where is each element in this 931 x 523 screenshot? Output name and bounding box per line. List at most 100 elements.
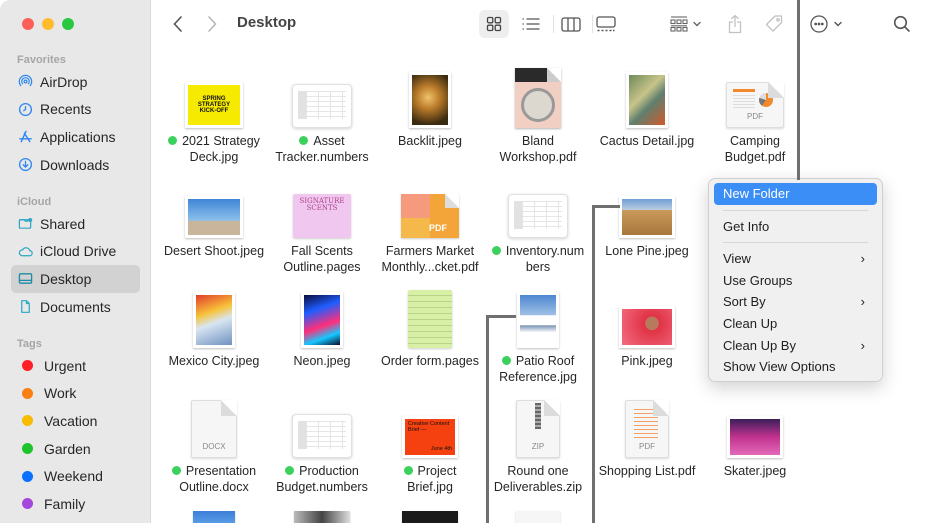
tag-dot <box>285 466 295 475</box>
file-thumbnail <box>508 194 568 238</box>
sidebar-item-airdrop[interactable]: AirDrop <box>11 68 140 96</box>
sidebar-item-downloads[interactable]: Downloads <box>11 151 140 179</box>
file-name-line2: Deliverables.zip <box>493 480 583 494</box>
sidebar-item-label: Weekend <box>44 468 103 485</box>
sidebar-heading: iCloud <box>17 196 52 208</box>
file-icon: ZIP <box>484 388 592 458</box>
sidebar-item-documents[interactable]: Documents <box>11 293 140 321</box>
tag-color-dot <box>22 387 33 399</box>
file-thumbnail <box>409 72 451 128</box>
file-name: Project Brief.jpg <box>370 463 490 495</box>
menu-separator <box>723 209 868 211</box>
menu-item-label: Use Groups <box>723 272 793 288</box>
back-button[interactable] <box>167 12 189 36</box>
callout-line <box>486 315 516 318</box>
file-thumbnail-partial[interactable] <box>516 511 560 523</box>
tag-dot <box>491 246 501 255</box>
sidebar-item-desktop[interactable]: Desktop <box>11 265 140 293</box>
sidebar-heading: Favorites <box>17 54 66 66</box>
menu-item-clean-up[interactable]: Clean Up <box>714 313 877 335</box>
search-icon <box>893 15 910 32</box>
sidebar-section-tags: Tags Urgent Work Vacation Garden Weekend <box>0 336 151 518</box>
sidebar-item-applications[interactable]: Applications <box>11 123 140 151</box>
cloud-icon <box>17 243 33 259</box>
file-icon: SPRING STRATEGY KICK-OFF <box>160 58 268 128</box>
sidebar-item-label: Work <box>44 385 77 402</box>
toolbar-separator <box>553 15 554 33</box>
file-thumbnail: PDF <box>726 82 784 128</box>
menu-item-sort-by[interactable]: Sort By › <box>714 291 877 313</box>
file-name: Backlit.jpeg <box>370 133 490 149</box>
more-actions-button[interactable] <box>806 10 846 38</box>
tag-color-dot <box>22 498 33 510</box>
forward-icon <box>208 16 217 32</box>
file-name: Desert Shoot.jpeg <box>154 243 274 259</box>
icon-view-icon <box>486 16 502 32</box>
sidebar-tag-vacation[interactable]: Vacation <box>11 407 140 435</box>
sidebar-tag-garden[interactable]: Garden <box>11 435 140 463</box>
file-name-line2: Brief.jpg <box>407 480 453 494</box>
forward-button[interactable] <box>201 12 223 36</box>
gallery-view-button[interactable] <box>591 10 621 38</box>
menu-item-get-info[interactable]: Get Info <box>714 216 877 238</box>
minimize-button[interactable] <box>42 18 54 30</box>
icon-view-button[interactable] <box>479 10 509 38</box>
sidebar-tag-family[interactable]: Family <box>11 490 140 518</box>
share-button[interactable] <box>723 10 747 38</box>
sidebar-tag-work[interactable]: Work <box>11 380 140 408</box>
sidebar-item-label: Family <box>44 495 86 512</box>
file-name: Asset Tracker.numbers <box>262 133 382 165</box>
tag-button[interactable] <box>762 10 786 38</box>
file-icon <box>376 58 484 128</box>
close-button[interactable] <box>22 18 34 30</box>
menu-item-new-folder[interactable]: New Folder <box>714 183 877 205</box>
column-view-button[interactable] <box>556 10 586 38</box>
file-icon <box>593 58 701 128</box>
menu-item-clean-up-by[interactable]: Clean Up By › <box>714 335 877 357</box>
file-name: Order form.pages <box>370 353 490 369</box>
file-icon <box>701 388 809 458</box>
file-thumbnail <box>619 306 675 348</box>
file-name-line1: Fall Scents <box>291 244 353 258</box>
file-name-line2: Monthly...cket.pdf <box>381 260 479 274</box>
file-name-line1: Presentation <box>185 464 257 478</box>
list-view-button[interactable] <box>516 10 546 38</box>
chevron-right-icon: › <box>860 294 865 310</box>
file-icon: PDF <box>701 58 809 128</box>
sidebar-tag-weekend[interactable]: Weekend <box>11 462 140 490</box>
file-thumbnail-partial[interactable] <box>402 511 458 523</box>
column-view-icon <box>561 16 581 32</box>
file-thumbnail: PDF <box>625 400 669 458</box>
file-name-line1: Shopping List.pdf <box>598 464 696 478</box>
file-name-line1: Bland <box>522 134 554 148</box>
sidebar-heading: Tags <box>17 338 42 350</box>
file-icon <box>160 278 268 348</box>
zoom-button[interactable] <box>62 18 74 30</box>
sidebar-item-icloud-drive[interactable]: iCloud Drive <box>11 238 140 266</box>
menu-separator <box>723 242 868 244</box>
chevron-right-icon: › <box>860 251 865 267</box>
file-name-line2: Workshop.pdf <box>499 150 577 164</box>
file-thumbnail: DOCX <box>191 400 237 458</box>
menu-item-view[interactable]: View › <box>714 248 877 270</box>
menu-item-use-groups[interactable]: Use Groups <box>714 270 877 292</box>
desktop-icon <box>17 271 33 287</box>
file-name-line1: Camping <box>729 134 781 148</box>
file-name: Shopping List.pdf <box>587 463 707 479</box>
tag-color-dot <box>22 443 33 455</box>
search-button[interactable] <box>890 12 914 36</box>
file-name-line1: Patio Roof <box>515 354 575 368</box>
file-icon: PDF <box>376 168 484 238</box>
file-name-line2: Deck.jpg <box>189 150 239 164</box>
sidebar-item-label: Applications <box>40 128 116 145</box>
file-thumbnail-partial[interactable] <box>294 511 350 523</box>
sidebar-item-shared[interactable]: Shared <box>11 210 140 238</box>
callout-line <box>486 315 489 523</box>
menu-item-show-view-options[interactable]: Show View Options <box>714 356 877 378</box>
file-thumbnail-partial[interactable] <box>193 511 235 523</box>
sidebar-item-recents[interactable]: Recents <box>11 96 140 124</box>
group-button[interactable] <box>666 10 708 38</box>
sidebar-tag-urgent[interactable]: Urgent <box>11 352 140 380</box>
sidebar-item-label: Garden <box>44 440 91 457</box>
download-icon <box>17 157 33 173</box>
